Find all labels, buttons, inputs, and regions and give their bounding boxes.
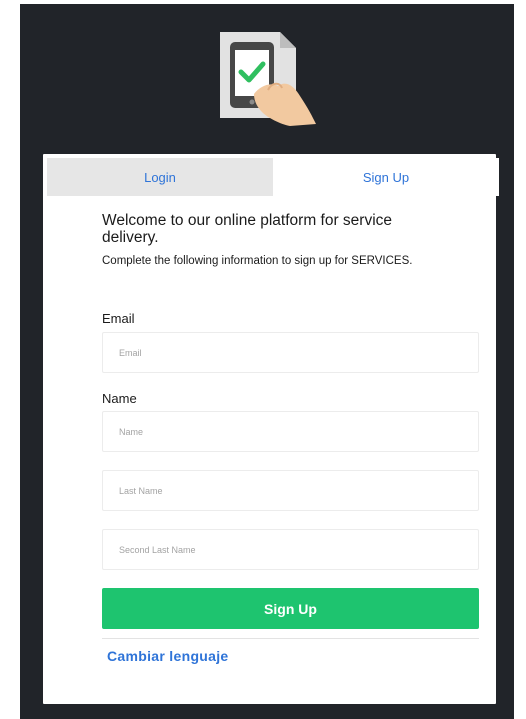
email-label: Email	[102, 311, 135, 326]
email-field[interactable]	[119, 347, 478, 358]
last-name-field[interactable]	[119, 485, 478, 496]
name-field[interactable]	[119, 426, 478, 437]
divider	[102, 638, 479, 639]
last-name-field-wrapper	[102, 470, 479, 511]
name-label: Name	[102, 391, 137, 406]
phone-checkmark-hand-icon	[216, 24, 326, 128]
second-last-name-field[interactable]	[119, 544, 478, 555]
signup-button[interactable]: Sign Up	[102, 588, 479, 629]
email-field-wrapper	[102, 332, 479, 373]
auth-tabs: Login Sign Up	[47, 158, 499, 196]
signup-card: Login Sign Up Welcome to our online plat…	[43, 154, 499, 704]
intro-text: Welcome to our online platform for servi…	[102, 212, 480, 268]
tab-signup[interactable]: Sign Up	[273, 158, 499, 196]
tab-login[interactable]: Login	[47, 158, 273, 196]
instructions-text: Complete the following information to si…	[102, 255, 413, 267]
change-language-link[interactable]: Cambiar lenguaje	[107, 648, 229, 664]
second-last-name-field-wrapper	[102, 529, 479, 570]
app-background: Login Sign Up Welcome to our online plat…	[20, 4, 514, 719]
welcome-heading: Welcome to our online platform for servi…	[102, 212, 393, 246]
name-field-wrapper	[102, 411, 479, 452]
